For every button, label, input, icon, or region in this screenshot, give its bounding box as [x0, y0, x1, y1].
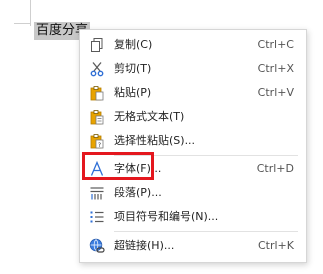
- menu-item-label: 超链接(H)...: [114, 239, 175, 252]
- margin-corner-mark: [14, 23, 30, 24]
- menu-item-label: 粘贴(P): [114, 86, 152, 99]
- menu-item-paste-special[interactable]: ? 选择性粘贴(S)...: [80, 129, 306, 153]
- paste-special-icon: ?: [90, 134, 104, 149]
- menu-item-font[interactable]: 字体(F)... Ctrl+D: [80, 157, 306, 181]
- menu-item-bullets-numbering[interactable]: 项目符号和编号(N)...: [80, 205, 306, 229]
- menu-separator: [114, 155, 298, 156]
- menu-item-paragraph[interactable]: 段落(P)...: [80, 181, 306, 205]
- paste-plain-text-icon: [90, 110, 104, 125]
- menu-item-label: 段落(P)...: [114, 186, 162, 199]
- copy-icon: [91, 38, 103, 52]
- hyperlink-icon: [89, 238, 105, 253]
- menu-separator: [114, 231, 298, 232]
- menu-item-shortcut: Ctrl+X: [257, 62, 294, 75]
- menu-item-hyperlink[interactable]: 超链接(H)... Ctrl+K: [80, 234, 306, 258]
- menu-item-label: 字体(F)...: [114, 162, 162, 175]
- menu-item-label: 项目符号和编号(N)...: [114, 210, 219, 223]
- menu-item-shortcut: Ctrl+V: [257, 86, 294, 99]
- text-cursor-guide: [30, 0, 31, 26]
- menu-item-paste-plain-text[interactable]: 无格式文本(T): [80, 105, 306, 129]
- menu-item-copy[interactable]: 复制(C) Ctrl+C: [80, 33, 306, 57]
- context-menu: 复制(C) Ctrl+C 剪切(T) Ctrl+X 粘贴(P) Ctrl+V 无…: [79, 29, 307, 263]
- menu-item-cut[interactable]: 剪切(T) Ctrl+X: [80, 57, 306, 81]
- menu-item-shortcut: Ctrl+C: [257, 38, 294, 51]
- document-area: 百度分享 复制(C) Ctrl+C 剪切(T) Ctrl+X 粘贴(P) Ctr…: [0, 0, 323, 274]
- menu-item-label: 无格式文本(T): [114, 110, 185, 123]
- menu-item-shortcut: Ctrl+D: [256, 162, 294, 175]
- menu-item-shortcut: Ctrl+K: [257, 239, 294, 252]
- svg-text:?: ?: [98, 142, 101, 149]
- menu-item-label: 剪切(T): [114, 62, 152, 75]
- bullet-list-icon: [90, 211, 104, 223]
- menu-item-label: 选择性粘贴(S)...: [114, 134, 196, 147]
- paste-icon: [90, 86, 104, 101]
- menu-item-label: 复制(C): [114, 38, 153, 51]
- scissors-icon: [90, 62, 104, 77]
- paragraph-icon: [90, 187, 104, 200]
- menu-item-paste[interactable]: 粘贴(P) Ctrl+V: [80, 81, 306, 105]
- font-icon: [90, 161, 104, 176]
